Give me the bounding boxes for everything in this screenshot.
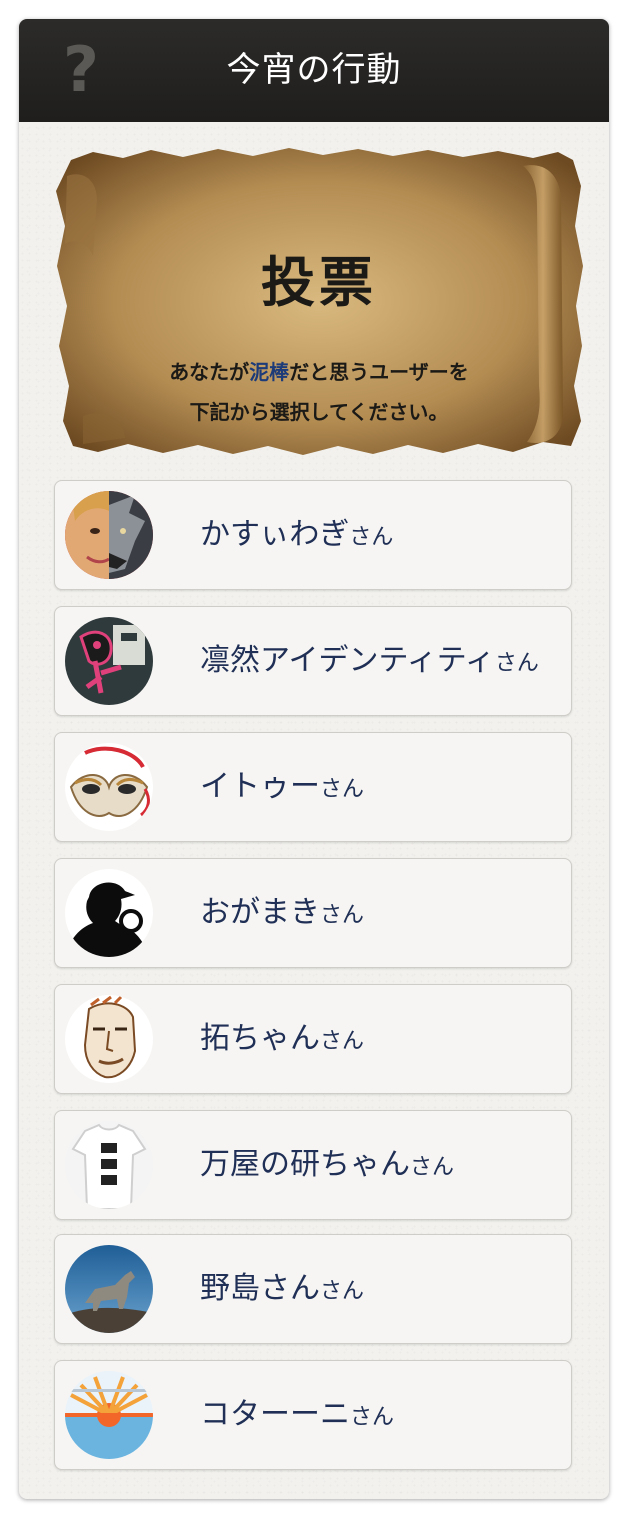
candidate-name-text: かすぃわぎ bbox=[200, 517, 350, 552]
sketched-face-avatar bbox=[65, 995, 153, 1083]
candidate-name: 万屋の研ちゃんさん bbox=[200, 1111, 454, 1219]
candidate-name: 凛然アイデンティティさん bbox=[200, 607, 539, 715]
candidate-button[interactable]: かすぃわぎさん bbox=[54, 480, 572, 590]
thief-highlight: 泥棒 bbox=[249, 360, 290, 384]
candidate-name-text: コターーニ bbox=[200, 1397, 350, 1432]
woman-wolf-face-avatar bbox=[65, 491, 153, 579]
candidate-button[interactable]: 拓ちゃんさん bbox=[54, 984, 572, 1094]
vote-panel: ? 今宵の行動 投票 あなたが泥棒だと思うユーザーを 下記から選択してください。… bbox=[19, 19, 609, 1499]
parchment-scroll: 投票 あなたが泥棒だと思うユーザーを 下記から選択してください。 bbox=[53, 146, 585, 458]
candidate-name-text: おがまき bbox=[200, 895, 320, 930]
candidate-name: おがまきさん bbox=[200, 859, 364, 967]
candidate-name: 拓ちゃんさん bbox=[200, 985, 364, 1093]
page-title: 今宵の行動 bbox=[226, 50, 402, 90]
candidate-name-text: 野島さん bbox=[200, 1271, 320, 1306]
honorific-suffix: さん bbox=[320, 1279, 365, 1304]
candidate-name: かすぃわぎさん bbox=[200, 481, 393, 589]
candidate-button[interactable]: 凛然アイデンティティさん bbox=[54, 606, 572, 716]
rising-sun-avatar bbox=[65, 1371, 153, 1459]
candidate-button[interactable]: おがまきさん bbox=[54, 858, 572, 968]
instruction-prefix: あなたが bbox=[169, 360, 250, 384]
candidate-button[interactable]: 万屋の研ちゃんさん bbox=[54, 1110, 572, 1220]
honorific-suffix: さん bbox=[410, 1155, 455, 1180]
candidate-name-text: 拓ちゃん bbox=[200, 1021, 320, 1056]
howling-wolf-avatar bbox=[65, 1245, 153, 1333]
candidate-name: 野島さんさん bbox=[200, 1235, 364, 1343]
honorific-suffix: さん bbox=[349, 525, 394, 550]
honorific-suffix: さん bbox=[320, 777, 365, 802]
vote-heading: 投票 bbox=[261, 251, 377, 314]
honorific-suffix: さん bbox=[320, 1029, 365, 1054]
pink-figure-avatar bbox=[65, 617, 153, 705]
candidate-button[interactable]: 野島さんさん bbox=[54, 1234, 572, 1344]
masquerade-mask-avatar bbox=[65, 743, 153, 831]
instruction-suffix: だと思うユーザーを bbox=[289, 360, 469, 384]
honorific-suffix: さん bbox=[320, 903, 365, 928]
instruction-line-1: あなたが泥棒だと思うユーザーを bbox=[53, 356, 585, 385]
candidate-name: イトゥーさん bbox=[200, 733, 364, 841]
candidate-name-text: イトゥー bbox=[200, 769, 320, 804]
candidate-name-text: 凛然アイデンティティ bbox=[200, 643, 495, 678]
candidate-button[interactable]: イトゥーさん bbox=[54, 732, 572, 842]
candidate-name: コターーニさん bbox=[200, 1361, 394, 1469]
candidate-button[interactable]: コターーニさん bbox=[54, 1360, 572, 1470]
header-bar: ? 今宵の行動 bbox=[19, 19, 609, 122]
fraud-tshirt-avatar bbox=[65, 1121, 153, 1209]
honorific-suffix: さん bbox=[350, 1405, 395, 1430]
honorific-suffix: さん bbox=[494, 651, 539, 676]
detective-silhouette-avatar bbox=[65, 869, 153, 957]
candidate-name-text: 万屋の研ちゃん bbox=[200, 1147, 410, 1182]
instruction-line-2: 下記から選択してください。 bbox=[189, 400, 449, 424]
